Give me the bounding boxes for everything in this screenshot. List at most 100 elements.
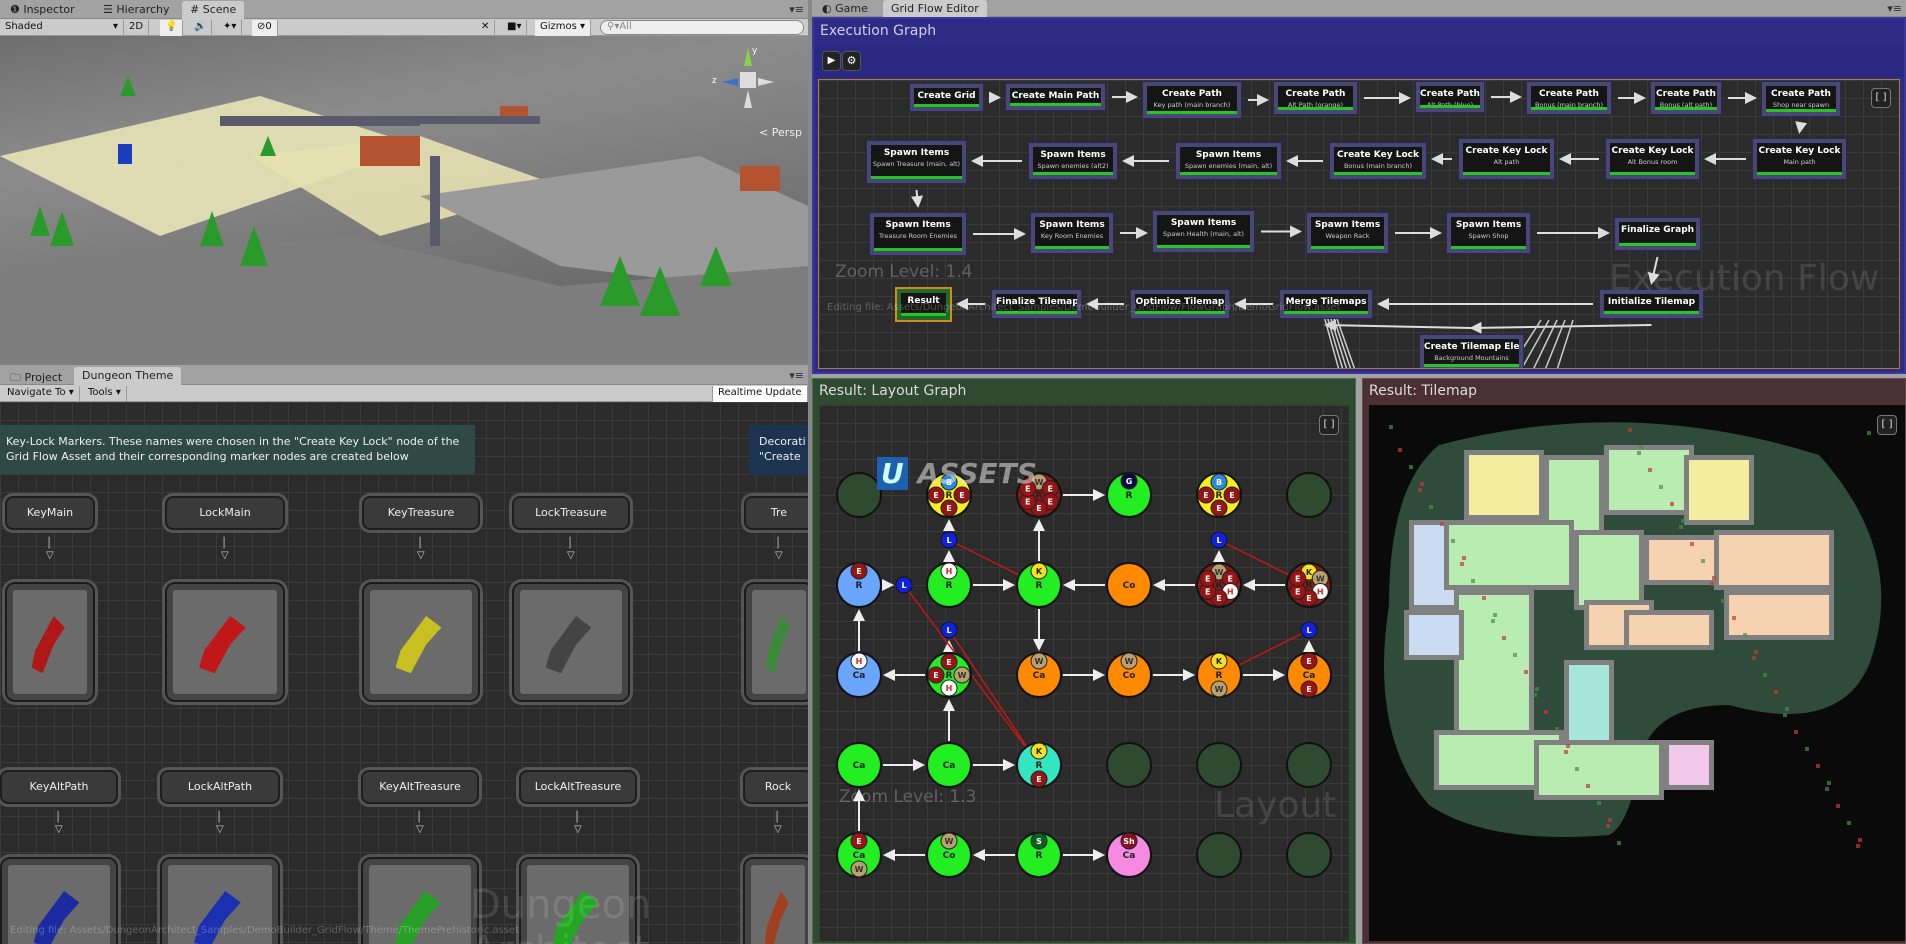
layout-node[interactable]: RK E <box>1016 742 1062 788</box>
layout-node[interactable]: RS <box>1016 832 1062 878</box>
fit-view-button[interactable]: [ ] <box>1319 415 1339 435</box>
layout-node[interactable]: RK W <box>1196 652 1242 698</box>
gizmos-dropdown[interactable]: Gizmos ▾ <box>535 20 592 36</box>
navigate-to-dropdown[interactable]: Navigate To ▾ <box>2 386 80 402</box>
layout-node[interactable]: Ca <box>926 742 972 788</box>
layout-node[interactable]: Co <box>1106 562 1152 608</box>
marker-node-label[interactable]: LockAltPath <box>160 770 280 804</box>
execution-node[interactable]: Create Key Lock Bonus (main branch) <box>1329 142 1427 180</box>
execution-node[interactable]: Create Main Path <box>1005 83 1106 111</box>
execution-node[interactable]: Create Path Shop near spawn <box>1761 81 1841 117</box>
marker-node-label[interactable]: Tre <box>744 496 808 530</box>
execution-node[interactable]: Create Tilemap Elevations Background Moun… <box>1419 334 1524 368</box>
scene-search-input[interactable]: ⚲▾All <box>600 20 804 35</box>
fit-view-button[interactable]: [ ] <box>1871 88 1891 108</box>
layout-node[interactable]: Ca <box>836 742 882 788</box>
layout-node[interactable]: Ca E E <box>1286 652 1332 698</box>
hidden-objects-toggle[interactable]: ⊘0 <box>252 20 278 36</box>
tab-hierarchy[interactable]: ☰ Hierarchy <box>95 1 178 19</box>
lock-node[interactable]: L <box>895 576 913 594</box>
layout-node[interactable]: RG <box>1106 472 1152 518</box>
layout-node[interactable] <box>1196 742 1242 788</box>
panel-menu-icon[interactable]: ▾≡ <box>789 3 804 16</box>
execution-node[interactable]: Finalize Graph <box>1614 217 1701 251</box>
marker-node-label[interactable]: KeyAltTreasure <box>361 770 479 804</box>
execution-canvas[interactable]: Create Grid Create Main Path Create Path Ke… <box>818 79 1900 369</box>
execution-node[interactable]: Spawn Items Spawn Treasure (main, alt) <box>866 140 967 184</box>
layout-node[interactable]: Co W <box>926 832 972 878</box>
marker-node-label[interactable]: LockMain <box>165 496 285 530</box>
layout-node[interactable]: RH <box>926 562 972 608</box>
orientation-gizmo[interactable]: y z <box>712 46 778 116</box>
marker-mesh-preview[interactable] <box>362 582 480 702</box>
marker-node-label[interactable]: LockAltTreasure <box>519 770 637 804</box>
execution-node[interactable]: Create Path Bonus (main branch) <box>1526 81 1612 115</box>
layout-canvas[interactable]: R B E E E R W E E E E E R G R B E E E R E R H R K Co R W E H E E E R K W H E E… <box>819 405 1349 941</box>
audio-toggle[interactable]: 🔊 <box>189 20 213 36</box>
marker-mesh-preview[interactable] <box>165 582 285 702</box>
execution-node[interactable]: Create Path Alt Path (orange) <box>1273 81 1358 115</box>
layout-node[interactable]: RWEHEEE <box>1196 562 1242 608</box>
layout-node[interactable]: Co W <box>1106 652 1152 698</box>
execution-node[interactable]: Spawn Items Key Room Enemies <box>1030 212 1114 254</box>
panel-menu-icon[interactable]: ▾≡ <box>1887 2 1902 15</box>
tab-project[interactable]: 🗀 Project <box>2 367 70 385</box>
execution-node[interactable]: Create Path Alt Path (blue) <box>1415 81 1485 113</box>
marker-mesh-preview[interactable] <box>5 582 95 702</box>
lock-node[interactable]: L <box>1210 531 1228 549</box>
lock-node[interactable]: L <box>940 531 958 549</box>
layout-node[interactable]: REWHE <box>926 652 972 698</box>
execution-node[interactable]: Spawn Items Treasure Room Enemies <box>869 212 967 256</box>
tab-inspector[interactable]: ❶ Inspector <box>2 1 83 19</box>
layout-node[interactable]: Ca H <box>836 652 882 698</box>
marker-node-label[interactable]: KeyMain <box>5 496 95 530</box>
scene-viewport[interactable]: y z < Persp <box>0 36 808 365</box>
tab-game[interactable]: ◐ Game <box>814 0 876 18</box>
theme-canvas[interactable]: Key-Lock Markers. These names were chose… <box>0 402 808 944</box>
realtime-update-toggle[interactable]: Realtime Update <box>712 386 808 402</box>
layout-node[interactable]: Ca Sh <box>1106 832 1152 878</box>
execution-node[interactable]: Create Grid <box>909 83 984 112</box>
panel-menu-icon[interactable]: ▾≡ <box>789 369 804 382</box>
camera-dropdown[interactable]: ■▾ <box>502 20 528 36</box>
tools-dropdown[interactable]: Tools ▾ <box>83 386 127 402</box>
layout-node[interactable]: RE <box>836 562 882 608</box>
execution-node[interactable]: Spawn Items Spawn Health (main, alt) <box>1152 210 1255 253</box>
layout-node[interactable] <box>1286 742 1332 788</box>
execution-node[interactable]: Create Key Lock Alt path <box>1458 138 1555 180</box>
layout-node[interactable] <box>1286 832 1332 878</box>
marker-mesh-preview[interactable] <box>744 582 808 702</box>
shading-dropdown[interactable]: Shaded ▾ <box>0 20 124 36</box>
marker-node-label[interactable]: KeyTreasure <box>362 496 480 530</box>
tilemap-canvas[interactable]: [ ] <box>1369 405 1905 941</box>
execution-node[interactable]: Create Key Lock Alt Bonus room <box>1605 138 1700 180</box>
layout-node[interactable]: RK <box>1016 562 1062 608</box>
toggle-2d-button[interactable]: 2D <box>124 20 150 36</box>
execution-node[interactable]: Spawn Items Weapon Rack <box>1306 212 1389 254</box>
execution-node[interactable]: Spawn Items Spawn Shop <box>1446 212 1531 254</box>
lock-node[interactable]: L <box>940 621 958 639</box>
layout-node[interactable] <box>1286 472 1332 518</box>
execution-node[interactable]: Create Path Bonus (alt path) <box>1650 81 1722 115</box>
execution-node[interactable]: Spawn Items Spawn enemies (alt2) <box>1028 142 1118 180</box>
tab-scene[interactable]: # Scene <box>182 1 245 19</box>
run-button[interactable]: ▶ <box>822 51 841 71</box>
marker-node-label[interactable]: LockTreasure <box>512 496 630 530</box>
marker-node-label[interactable]: Rock <box>743 770 808 804</box>
comment-node-key-lock[interactable]: Key-Lock Markers. These names were chose… <box>0 425 475 474</box>
marker-mesh-preview[interactable] <box>512 582 630 702</box>
layout-node[interactable]: Ca E W <box>836 832 882 878</box>
layout-node[interactable] <box>1196 832 1242 878</box>
layout-node[interactable] <box>836 472 882 518</box>
execution-node[interactable]: Create Path Key path (main branch) <box>1142 81 1242 119</box>
lock-node[interactable]: L <box>1300 621 1318 639</box>
tools-button[interactable]: ✕ <box>476 20 496 36</box>
layout-node[interactable] <box>1106 742 1152 788</box>
settings-button[interactable]: ⚙ <box>842 51 861 71</box>
comment-node-decoration[interactable]: Decorati "Create <box>749 425 808 475</box>
execution-node[interactable]: Spawn Items Spawn enemies (main, alt) <box>1175 142 1282 180</box>
execution-node[interactable]: Create Key Lock Main path <box>1752 138 1847 180</box>
lighting-toggle[interactable]: 💡 <box>160 20 184 36</box>
layout-node[interactable]: RBEEE <box>1196 472 1242 518</box>
tab-dungeon-theme[interactable]: Dungeon Theme <box>74 367 182 385</box>
